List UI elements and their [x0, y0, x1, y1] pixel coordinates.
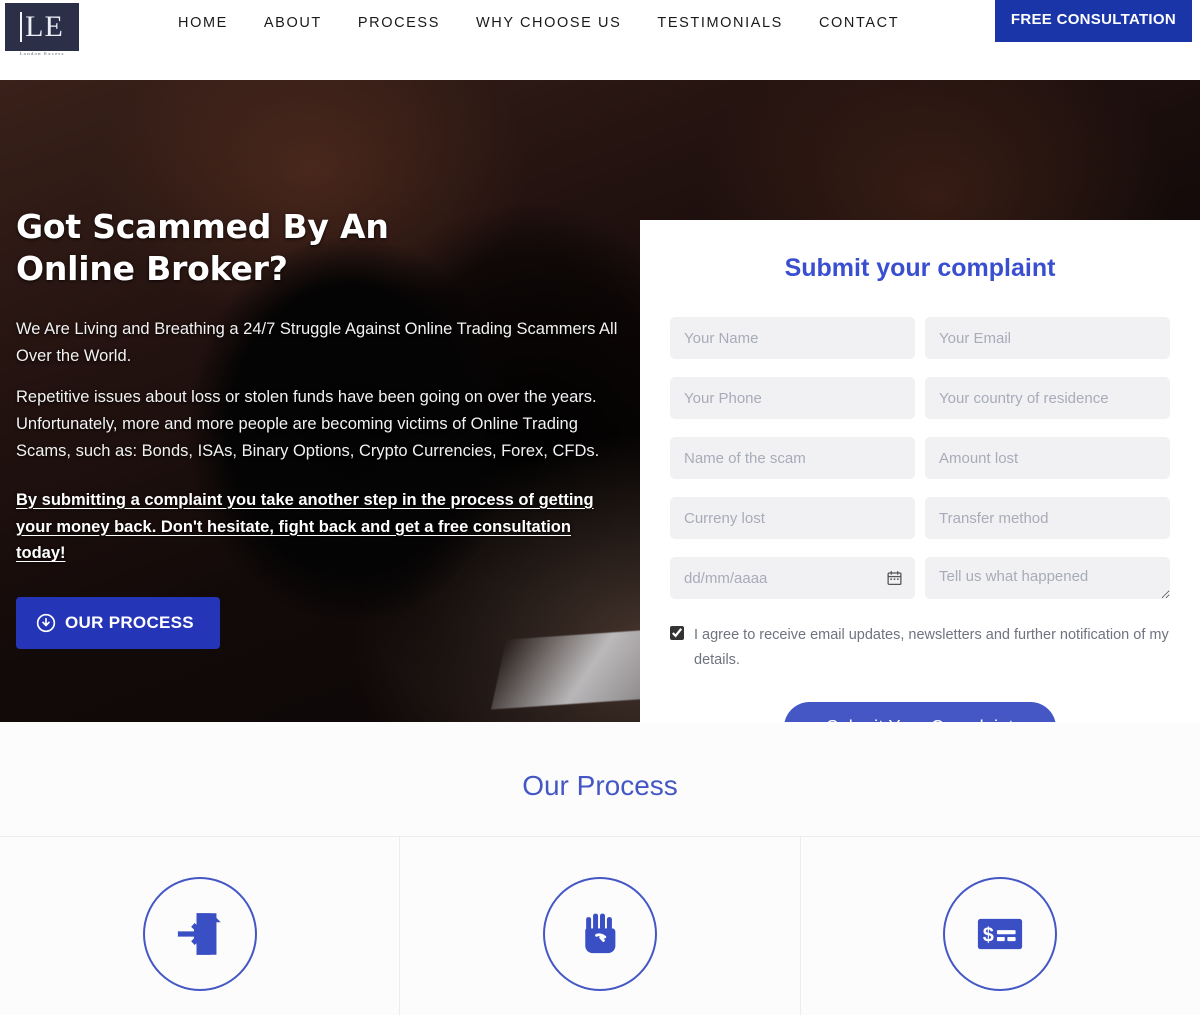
process-icon-circle: [142, 877, 257, 991]
svg-text:$: $: [983, 924, 994, 946]
input-your-email[interactable]: [925, 317, 1170, 359]
nav-item-contact[interactable]: CONTACT: [819, 11, 899, 35]
main-navigation: HOME ABOUT PROCESS WHY CHOOSE US TESTIMO…: [178, 11, 899, 35]
hero-section: Got Scammed By An Online Broker? We Are …: [0, 80, 1200, 722]
hero-paragraph-2: Repetitive issues about loss or stolen f…: [16, 388, 600, 461]
process-cards: File a complaint & Open a Case Fight & D…: [0, 836, 1200, 1015]
input-amount-lost[interactable]: [925, 437, 1170, 479]
form-title: Submit your complaint: [784, 254, 1056, 282]
nav-item-testimonials[interactable]: TESTIMONIALS: [657, 11, 783, 35]
input-incident-date[interactable]: [670, 557, 915, 599]
process-card-fight-dispute[interactable]: Fight & Dispute: [400, 837, 801, 1015]
input-country-of-residence[interactable]: [925, 377, 1170, 419]
date-field-wrapper: [670, 557, 915, 599]
consent-checkbox[interactable]: [670, 626, 684, 640]
process-icon-circle: $: [943, 877, 1058, 991]
hero-paragraph-1: We Are Living and Breathing a 24/7 Strug…: [16, 320, 618, 366]
hero-content: Got Scammed By An Online Broker? We Are …: [16, 206, 626, 650]
submit-complaint-button[interactable]: Submit Your Complaint: [784, 701, 1056, 722]
input-transfer-method[interactable]: [925, 497, 1170, 539]
input-your-phone[interactable]: [670, 377, 915, 419]
input-currency-lost[interactable]: [670, 497, 915, 539]
process-heading: Our Process: [522, 770, 678, 801]
free-consultation-button[interactable]: FREE CONSULTATION: [994, 0, 1192, 42]
logo-mark: LE: [5, 3, 79, 51]
nav-item-why-choose-us[interactable]: WHY CHOOSE US: [476, 11, 621, 35]
logo-letters: LE: [20, 12, 64, 42]
consent-row: I agree to receive email updates, newsle…: [670, 623, 1170, 674]
nav-item-about[interactable]: ABOUT: [264, 11, 322, 35]
nav-item-home[interactable]: HOME: [178, 11, 228, 35]
circle-arrow-down-icon: [36, 613, 56, 633]
hero-emphasis-link[interactable]: By submitting a complaint you take anoth…: [16, 487, 616, 567]
input-your-name[interactable]: [670, 317, 915, 359]
consent-text: I agree to receive email updates, newsle…: [694, 627, 1169, 669]
nav-item-process[interactable]: PROCESS: [358, 11, 440, 35]
raised-fist-icon: [585, 913, 616, 954]
hero-title: Got Scammed By An Online Broker?: [16, 207, 389, 289]
our-process-button[interactable]: OUR PROCESS: [16, 597, 220, 650]
process-section: Our Process File a complaint & Open a Ca…: [0, 722, 1200, 1015]
our-process-button-label: OUR PROCESS: [65, 613, 194, 633]
process-icon-circle: [542, 877, 657, 991]
site-header: LE London Excess HOME ABOUT PROCESS WHY …: [0, 0, 1200, 80]
form-fields-grid: [670, 317, 1170, 599]
input-name-of-scam[interactable]: [670, 437, 915, 479]
money-check-dollar-icon: $: [978, 918, 1023, 950]
file-import-icon: [177, 913, 221, 955]
input-what-happened[interactable]: [925, 557, 1170, 599]
submit-button-wrapper: Submit Your Complaint: [670, 701, 1170, 722]
process-card-file-complaint[interactable]: File a complaint & Open a Case: [0, 837, 401, 1015]
complaint-form-panel: Submit your complaint Your Name Your Ema…: [640, 220, 1200, 722]
logo-subtitle: London Excess: [19, 52, 65, 57]
process-card-get-money-back[interactable]: $ Get Your Money Back: [801, 837, 1200, 1015]
site-logo[interactable]: LE London Excess: [5, 3, 79, 59]
